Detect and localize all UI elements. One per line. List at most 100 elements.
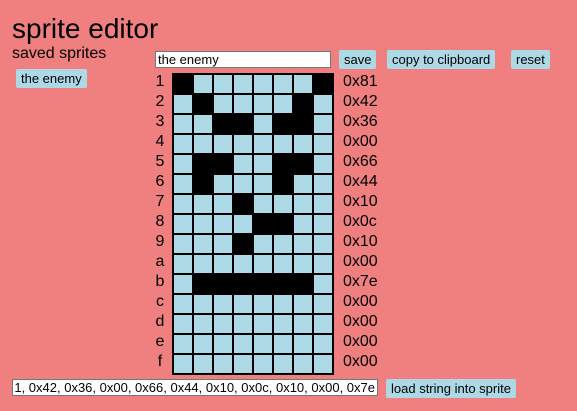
pixel-cell[interactable]	[194, 295, 212, 313]
sprite-string-input[interactable]	[12, 379, 378, 396]
pixel-cell[interactable]	[314, 155, 332, 173]
pixel-cell[interactable]	[294, 295, 312, 313]
pixel-cell[interactable]	[314, 355, 332, 373]
pixel-cell[interactable]	[214, 175, 232, 193]
pixel-cell[interactable]	[274, 195, 292, 213]
pixel-cell[interactable]	[214, 235, 232, 253]
pixel-cell[interactable]	[214, 355, 232, 373]
pixel-cell[interactable]	[294, 115, 312, 133]
pixel-cell[interactable]	[214, 335, 232, 353]
pixel-cell[interactable]	[274, 175, 292, 193]
pixel-cell[interactable]	[234, 75, 252, 93]
pixel-cell[interactable]	[314, 295, 332, 313]
pixel-cell[interactable]	[254, 115, 272, 133]
pixel-cell[interactable]	[194, 315, 212, 333]
pixel-cell[interactable]	[234, 355, 252, 373]
copy-to-clipboard-button[interactable]: copy to clipboard	[387, 50, 496, 69]
pixel-cell[interactable]	[174, 315, 192, 333]
pixel-cell[interactable]	[234, 115, 252, 133]
pixel-cell[interactable]	[174, 95, 192, 113]
pixel-cell[interactable]	[214, 115, 232, 133]
pixel-cell[interactable]	[314, 135, 332, 153]
pixel-cell[interactable]	[234, 135, 252, 153]
pixel-cell[interactable]	[194, 95, 212, 113]
pixel-cell[interactable]	[294, 275, 312, 293]
pixel-cell[interactable]	[214, 135, 232, 153]
pixel-cell[interactable]	[274, 215, 292, 233]
pixel-cell[interactable]	[234, 195, 252, 213]
pixel-cell[interactable]	[254, 175, 272, 193]
pixel-cell[interactable]	[194, 235, 212, 253]
pixel-cell[interactable]	[174, 355, 192, 373]
pixel-cell[interactable]	[294, 195, 312, 213]
pixel-cell[interactable]	[274, 275, 292, 293]
pixel-cell[interactable]	[194, 115, 212, 133]
pixel-cell[interactable]	[294, 135, 312, 153]
pixel-cell[interactable]	[294, 255, 312, 273]
pixel-cell[interactable]	[194, 215, 212, 233]
pixel-cell[interactable]	[254, 255, 272, 273]
pixel-cell[interactable]	[294, 315, 312, 333]
pixel-cell[interactable]	[214, 155, 232, 173]
pixel-cell[interactable]	[274, 315, 292, 333]
pixel-cell[interactable]	[174, 215, 192, 233]
pixel-cell[interactable]	[234, 175, 252, 193]
pixel-cell[interactable]	[274, 135, 292, 153]
pixel-cell[interactable]	[274, 295, 292, 313]
pixel-cell[interactable]	[254, 75, 272, 93]
pixel-cell[interactable]	[174, 295, 192, 313]
pixel-cell[interactable]	[234, 215, 252, 233]
pixel-cell[interactable]	[254, 95, 272, 113]
pixel-cell[interactable]	[214, 275, 232, 293]
pixel-cell[interactable]	[254, 155, 272, 173]
save-button[interactable]: save	[339, 50, 377, 69]
pixel-cell[interactable]	[174, 255, 192, 273]
pixel-cell[interactable]	[174, 275, 192, 293]
pixel-cell[interactable]	[174, 235, 192, 253]
pixel-cell[interactable]	[274, 95, 292, 113]
pixel-cell[interactable]	[234, 295, 252, 313]
saved-sprite-item[interactable]: the enemy	[16, 69, 87, 88]
pixel-cell[interactable]	[194, 195, 212, 213]
pixel-cell[interactable]	[214, 95, 232, 113]
pixel-cell[interactable]	[174, 335, 192, 353]
pixel-cell[interactable]	[294, 75, 312, 93]
pixel-cell[interactable]	[174, 75, 192, 93]
pixel-cell[interactable]	[314, 75, 332, 93]
pixel-cell[interactable]	[314, 315, 332, 333]
pixel-cell[interactable]	[314, 175, 332, 193]
pixel-cell[interactable]	[254, 275, 272, 293]
pixel-cell[interactable]	[314, 255, 332, 273]
pixel-cell[interactable]	[254, 135, 272, 153]
pixel-cell[interactable]	[274, 115, 292, 133]
pixel-cell[interactable]	[314, 335, 332, 353]
pixel-cell[interactable]	[274, 335, 292, 353]
pixel-cell[interactable]	[234, 275, 252, 293]
pixel-cell[interactable]	[254, 295, 272, 313]
pixel-cell[interactable]	[314, 215, 332, 233]
pixel-cell[interactable]	[254, 355, 272, 373]
pixel-cell[interactable]	[194, 155, 212, 173]
pixel-cell[interactable]	[294, 355, 312, 373]
pixel-cell[interactable]	[314, 235, 332, 253]
pixel-cell[interactable]	[214, 255, 232, 273]
pixel-cell[interactable]	[194, 175, 212, 193]
pixel-cell[interactable]	[214, 195, 232, 213]
pixel-cell[interactable]	[274, 75, 292, 93]
reset-button[interactable]: reset	[511, 50, 550, 69]
pixel-grid[interactable]	[172, 73, 334, 375]
pixel-cell[interactable]	[194, 135, 212, 153]
pixel-cell[interactable]	[174, 135, 192, 153]
pixel-cell[interactable]	[254, 315, 272, 333]
pixel-cell[interactable]	[194, 355, 212, 373]
pixel-cell[interactable]	[294, 235, 312, 253]
pixel-cell[interactable]	[294, 335, 312, 353]
pixel-cell[interactable]	[234, 335, 252, 353]
pixel-cell[interactable]	[234, 95, 252, 113]
pixel-cell[interactable]	[234, 235, 252, 253]
pixel-cell[interactable]	[194, 275, 212, 293]
pixel-cell[interactable]	[254, 235, 272, 253]
pixel-cell[interactable]	[274, 235, 292, 253]
pixel-cell[interactable]	[314, 275, 332, 293]
pixel-cell[interactable]	[194, 335, 212, 353]
